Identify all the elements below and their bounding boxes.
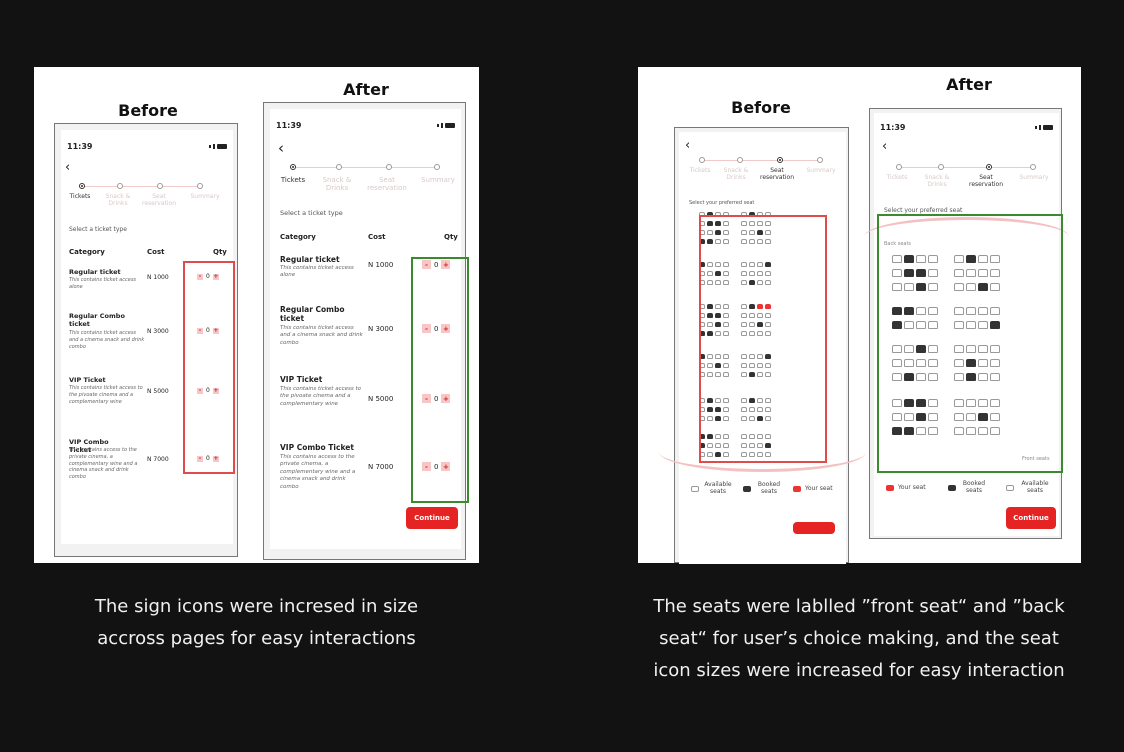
step-snacks[interactable]: Snack & Drinks <box>918 174 956 189</box>
ticket-name: VIP Combo Ticket <box>280 443 354 452</box>
left-caption: The sign icons were incresed in size acc… <box>94 596 419 649</box>
step-tickets[interactable]: Tickets <box>880 174 914 182</box>
step-progress <box>290 164 440 170</box>
ticket-price: N 1000 <box>368 261 394 269</box>
cost-header: Cost <box>368 233 386 241</box>
before-highlight-box <box>699 215 827 463</box>
select-seat-text: Select your preferred seat <box>689 200 755 206</box>
right-comparison-panel: Before After ‹ Tickets Snack & Drinks Se… <box>638 67 1081 564</box>
ticket-price: N 5000 <box>147 388 169 395</box>
continue-button[interactable]: Continue <box>1006 507 1056 529</box>
before-label: Before <box>118 101 178 120</box>
ticket-price: N 5000 <box>368 395 394 403</box>
your-seat-icon <box>886 485 894 492</box>
category-header: Category <box>280 233 316 241</box>
cost-header: Cost <box>147 248 165 256</box>
booked-seat-icon <box>743 485 751 492</box>
step-progress <box>896 164 1036 170</box>
ticket-name: VIP Ticket <box>280 375 323 384</box>
select-ticket-text: Select a ticket type <box>280 209 343 217</box>
category-header: Category <box>69 248 105 256</box>
legend-available: Available seats <box>1006 480 1052 494</box>
legend-yours: Your seat <box>886 484 926 492</box>
ticket-description: This contains ticket access and a cinema… <box>69 330 145 350</box>
ticket-description: This contains ticket access to the pivoa… <box>280 386 362 407</box>
ticket-price: N 3000 <box>147 328 169 335</box>
legend-available: Available seats <box>691 481 733 495</box>
step-summary[interactable]: Summary <box>801 167 841 175</box>
after-label: After <box>946 75 992 94</box>
step-snacks[interactable]: Snack & Drinks <box>719 167 753 182</box>
step-summary[interactable]: Summary <box>1012 174 1056 182</box>
your-seat-icon <box>793 486 801 493</box>
booked-seat-icon <box>948 484 956 491</box>
ticket-name: VIP Ticket <box>69 376 106 384</box>
ticket-name: Regular ticket <box>69 268 121 276</box>
ticket-price: N 7000 <box>147 456 169 463</box>
step-progress <box>699 157 823 163</box>
step-summary[interactable]: Summary <box>185 193 225 201</box>
step-seat[interactable]: Seat reservation <box>966 174 1006 189</box>
select-ticket-text: Select a ticket type <box>69 226 127 233</box>
step-tickets[interactable]: Tickets <box>65 193 95 201</box>
back-arrow-icon[interactable]: ‹ <box>685 138 690 153</box>
ticket-description: This contains ticket access alone <box>69 277 137 290</box>
step-seat[interactable]: Seat reservation <box>366 176 408 192</box>
qty-header: Qty <box>213 248 227 256</box>
ticket-description: This contains ticket access to the pivoa… <box>69 385 143 405</box>
step-summary[interactable]: Summary <box>416 176 460 184</box>
step-snacks[interactable]: Snack & Drinks <box>318 176 356 192</box>
after-highlight-box <box>877 214 1063 473</box>
ticket-description: This contains access to the private cine… <box>69 447 138 480</box>
legend-yours: Your seat <box>793 485 833 493</box>
back-arrow-icon[interactable]: ‹ <box>278 139 284 157</box>
ticket-price: N 7000 <box>368 463 394 471</box>
right-caption: The seats were lablled ”front seat“ and … <box>653 596 1065 681</box>
step-tickets[interactable]: Tickets <box>685 167 715 175</box>
select-seat-text: Select your preferred seat <box>884 207 963 214</box>
legend-booked: Booked seats <box>743 481 783 495</box>
step-seat[interactable]: Seat reservation <box>759 167 795 182</box>
status-bar: 11:39 <box>67 142 227 151</box>
back-arrow-icon[interactable]: ‹ <box>882 139 887 154</box>
status-bar: 11:39 <box>880 123 1053 132</box>
ticket-description: This contains ticket access alone <box>280 265 354 279</box>
after-label: After <box>343 80 389 99</box>
ticket-description: This contains ticket access and a cinema… <box>280 325 363 346</box>
ticket-name: Regular ticket <box>280 255 340 264</box>
step-snacks[interactable]: Snack & Drinks <box>101 193 135 208</box>
left-comparison-panel: Before After 11:39 ‹ Tickets Snack & Dri… <box>34 67 479 563</box>
ticket-name: Regular Combo ticket <box>280 305 345 323</box>
ticket-price: N 1000 <box>147 274 169 281</box>
before-highlight-box <box>183 261 235 474</box>
continue-button[interactable]: Continue <box>406 507 458 529</box>
ticket-price: N 3000 <box>368 325 394 333</box>
before-label: Before <box>731 98 791 117</box>
after-highlight-box <box>411 257 469 503</box>
available-seat-icon <box>1006 484 1014 491</box>
qty-header: Qty <box>444 233 458 241</box>
battery-icon <box>1043 125 1053 130</box>
step-tickets[interactable]: Tickets <box>276 176 310 184</box>
legend-booked: Booked seats <box>948 480 988 494</box>
battery-icon <box>445 123 455 128</box>
status-bar: 11:39 <box>276 121 455 130</box>
continue-button-partial[interactable] <box>793 522 835 534</box>
ticket-name: Regular Combo ticket <box>69 312 125 328</box>
back-arrow-icon[interactable]: ‹ <box>65 160 70 175</box>
step-progress <box>79 183 203 189</box>
step-seat[interactable]: Seat reservation <box>141 193 177 208</box>
battery-icon <box>217 144 227 149</box>
ticket-description: This contains access to the private cine… <box>280 454 356 490</box>
available-seat-icon <box>691 485 699 492</box>
